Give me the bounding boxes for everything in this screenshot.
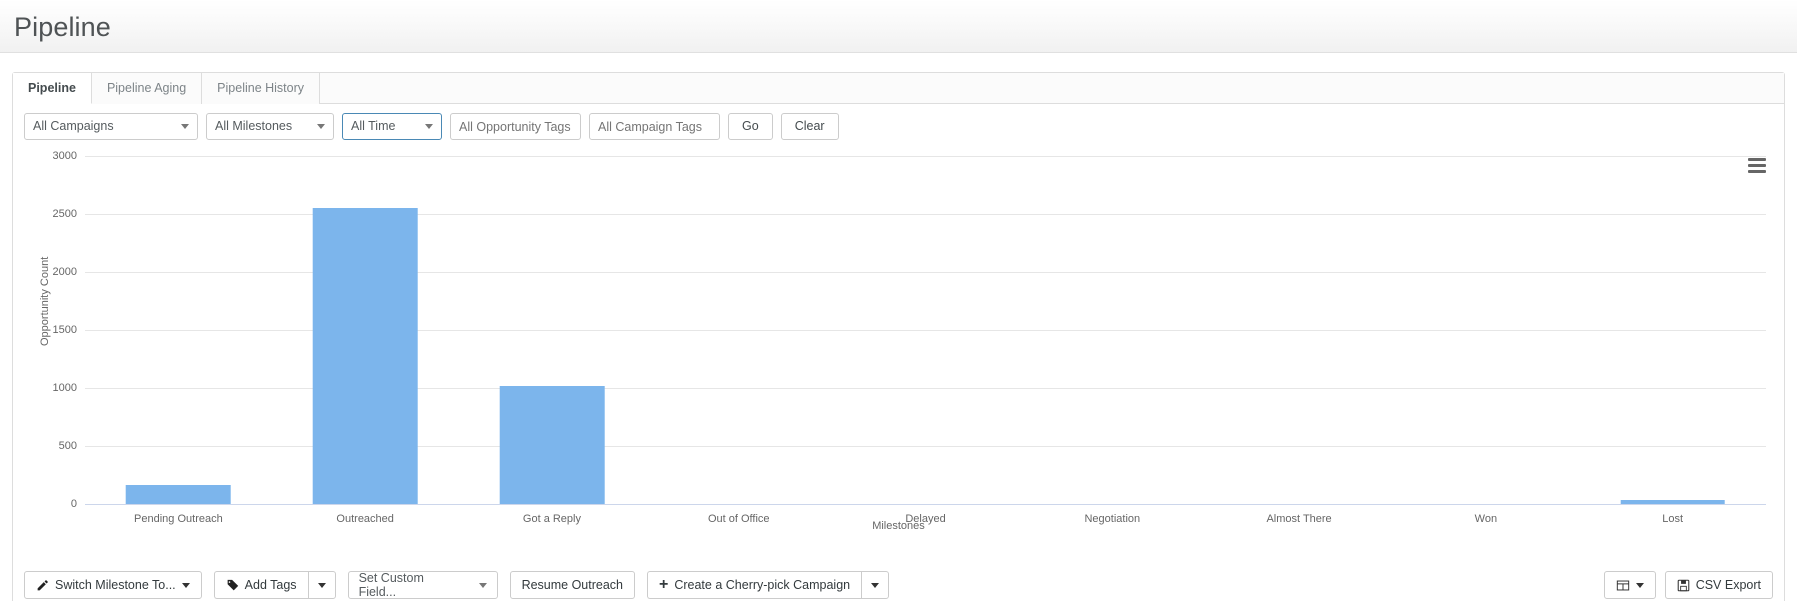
time-filter-value: All Time <box>351 119 396 133</box>
tab-pipeline-history[interactable]: Pipeline History <box>202 73 321 104</box>
chevron-down-icon <box>478 582 487 588</box>
tab-pipeline-aging[interactable]: Pipeline Aging <box>91 73 203 104</box>
bar-category: Negotiation <box>1019 156 1206 525</box>
campaign-filter-select[interactable]: All Campaigns <box>24 113 198 140</box>
bar-category: Pending Outreach <box>85 156 272 525</box>
y-axis-tick-label: 0 <box>70 498 77 510</box>
y-axis-tick-label: 500 <box>58 440 77 452</box>
campaign-filter-value: All Campaigns <box>33 119 114 133</box>
bar-category: Delayed <box>832 156 1019 525</box>
save-disk-icon <box>1677 579 1690 592</box>
pipeline-panel: Pipeline Pipeline Aging Pipeline History… <box>12 72 1785 601</box>
csv-export-button[interactable]: CSV Export <box>1664 571 1773 599</box>
y-axis-tick-label: 2500 <box>52 208 77 220</box>
y-axis-tick-label: 2000 <box>52 266 77 278</box>
time-filter-select[interactable]: All Time <box>342 113 442 140</box>
filter-bar: All Campaigns All Milestones All Time Go… <box>13 104 1784 140</box>
gridline <box>85 504 1766 505</box>
opportunity-tags-input[interactable] <box>450 113 581 140</box>
resume-outreach-button[interactable]: Resume Outreach <box>509 571 635 599</box>
bar[interactable] <box>1620 499 1725 504</box>
bar[interactable] <box>126 485 231 504</box>
chevron-down-icon <box>181 582 190 588</box>
bar[interactable] <box>499 385 605 504</box>
milestone-filter-select[interactable]: All Milestones <box>206 113 334 140</box>
page-title: Pipeline <box>14 11 111 42</box>
y-axis-tick-label: 3000 <box>52 150 77 162</box>
create-campaign-button[interactable]: + Create a Cherry-pick Campaign <box>647 571 862 599</box>
switch-milestone-button[interactable]: Switch Milestone To... <box>24 571 202 599</box>
chevron-down-icon <box>1635 582 1644 588</box>
action-toolbar: Switch Milestone To... Add Tags Set Cust… <box>13 571 1784 599</box>
switch-milestone-label: Switch Milestone To... <box>55 578 176 592</box>
chevron-down-icon <box>425 124 433 129</box>
page-header: Pipeline <box>0 0 1797 53</box>
create-campaign-dropdown-button[interactable] <box>861 571 890 599</box>
go-button[interactable]: Go <box>728 113 773 140</box>
y-axis-tick-label: 1500 <box>52 324 77 336</box>
chevron-down-icon <box>871 582 880 588</box>
column-chooser-button[interactable] <box>1603 571 1656 599</box>
y-axis-tick-label: 1000 <box>52 382 77 394</box>
set-custom-field-select[interactable]: Set Custom Field... <box>347 571 498 599</box>
chevron-down-icon <box>317 582 326 588</box>
plus-icon: + <box>659 576 669 593</box>
chevron-down-icon <box>317 124 325 129</box>
bar-category: Outreached <box>272 156 459 525</box>
create-campaign-label: Create a Cherry-pick Campaign <box>674 578 851 592</box>
csv-export-label: CSV Export <box>1695 578 1761 592</box>
bar-series: Pending Outreach Outreached Got a Reply Out… <box>85 156 1766 525</box>
tag-icon <box>226 579 239 592</box>
bar-category: Won <box>1392 156 1579 525</box>
bar[interactable] <box>312 208 418 504</box>
bar-category: Almost There <box>1206 156 1393 525</box>
campaign-tags-input[interactable] <box>589 113 720 140</box>
add-tags-button[interactable]: Add Tags <box>213 571 308 599</box>
y-axis-title: Opportunity Count <box>39 256 51 346</box>
pipeline-chart: Opportunity Count 0 500 1000 1500 2000 2500 30… <box>13 146 1784 532</box>
set-custom-field-label: Set Custom Field... <box>358 571 424 599</box>
table-columns-icon <box>1616 579 1630 592</box>
chevron-down-icon <box>181 124 189 129</box>
add-tags-dropdown-button[interactable] <box>307 571 336 599</box>
plot-area: 0 500 1000 1500 2000 2500 3000 Pending Outreac… <box>53 150 1766 525</box>
bar-category: Out of Office <box>645 156 832 525</box>
bar-category: Got a Reply <box>459 156 646 525</box>
tab-pipeline[interactable]: Pipeline <box>13 73 92 104</box>
resume-outreach-label: Resume Outreach <box>521 578 623 592</box>
add-tags-label: Add Tags <box>244 578 297 592</box>
clear-button[interactable]: Clear <box>780 113 839 140</box>
tab-bar: Pipeline Pipeline Aging Pipeline History <box>13 73 1784 104</box>
pencil-icon <box>36 579 49 592</box>
x-axis-title: Milestones <box>872 520 925 532</box>
bar-category: Lost <box>1579 156 1766 525</box>
milestone-filter-value: All Milestones <box>215 119 293 133</box>
